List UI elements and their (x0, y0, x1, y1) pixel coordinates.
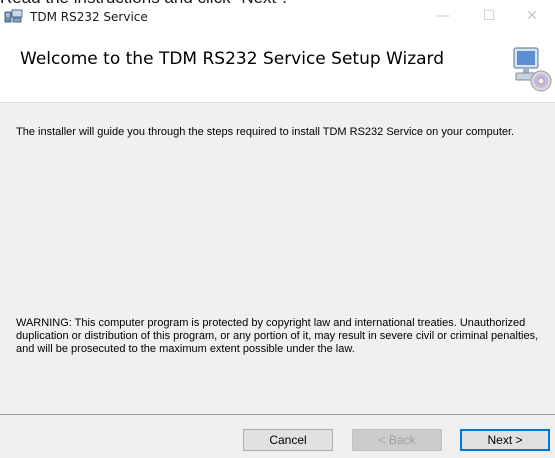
computer-with-disc-icon (510, 44, 552, 94)
wizard-body: The installer will guide you through the… (0, 103, 555, 414)
instruction-caption: Read the instructions and click "Next". (0, 0, 555, 8)
wizard-heading: Welcome to the TDM RS232 Service Setup W… (20, 49, 445, 69)
intro-text: The installer will guide you through the… (16, 126, 515, 138)
wizard-footer: Cancel < Back Next > (0, 415, 555, 458)
cancel-button[interactable]: Cancel (243, 429, 333, 451)
next-button[interactable]: Next > (460, 429, 550, 451)
installer-app-icon (4, 8, 24, 24)
copyright-warning: WARNING: This computer program is protec… (16, 317, 539, 355)
window-title: TDM RS232 Service (30, 10, 148, 24)
wizard-header: Welcome to the TDM RS232 Service Setup W… (0, 32, 555, 103)
back-button[interactable]: < Back (352, 429, 442, 451)
